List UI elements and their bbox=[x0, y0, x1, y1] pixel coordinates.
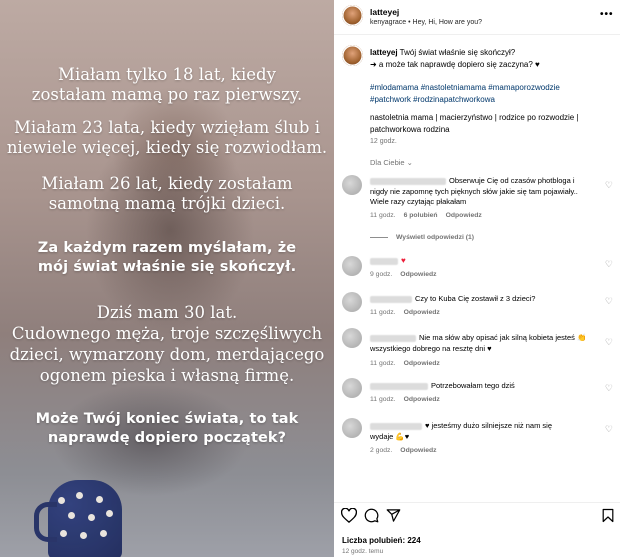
post-image[interactable]: Miałam tylko 18 lat, kiedy zostałam mamą… bbox=[0, 0, 334, 557]
overlay-line: naprawdę dopiero początek? bbox=[47, 430, 287, 446]
comment-username[interactable] bbox=[370, 382, 428, 390]
comment-icon[interactable] bbox=[364, 508, 379, 523]
post-action-bar bbox=[334, 508, 620, 530]
heart-emoji: ♥ bbox=[401, 256, 406, 265]
like-comment-heart-icon[interactable]: ♡ bbox=[605, 424, 613, 435]
reply-button[interactable]: Odpowiedz bbox=[404, 360, 440, 367]
overlay-line: niewiele więcej, kiedy się rozwiodłam. bbox=[6, 138, 328, 157]
comment-username[interactable] bbox=[370, 257, 398, 265]
reply-button[interactable]: Odpowiedz bbox=[400, 447, 436, 454]
comment-meta: 11 godz. Odpowiedz bbox=[370, 309, 440, 316]
divider bbox=[334, 502, 620, 503]
header-audio-line[interactable]: kenyagrace • Hey, Hi, How are you? bbox=[370, 19, 482, 26]
overlay-line: Miałam tylko 18 lat, kiedy bbox=[58, 65, 276, 84]
send-icon[interactable] bbox=[386, 508, 401, 523]
like-comment-heart-icon[interactable]: ♡ bbox=[605, 296, 613, 307]
header-username[interactable]: latteyej bbox=[370, 7, 399, 17]
avatar[interactable] bbox=[342, 256, 362, 276]
comment-meta: 9 godz. Odpowiedz bbox=[370, 271, 437, 278]
comment-text: ♥ jesteśmy dużo silniejsze niż nam się bbox=[370, 421, 602, 432]
hashtags-line[interactable]: #patchwork #rodzinapatchworkowa bbox=[370, 94, 616, 106]
avatar[interactable] bbox=[342, 175, 362, 195]
view-replies-button[interactable]: Wyświetl odpowiedzi (1) bbox=[370, 234, 474, 241]
comment-username[interactable] bbox=[370, 422, 422, 430]
comment-text: Potrzebowałam tego dziś bbox=[370, 381, 602, 392]
comment-meta: 11 godz. Odpowiedz bbox=[370, 360, 440, 367]
overlay-line: Dziś mam 30 lat. bbox=[96, 303, 238, 322]
reply-button[interactable]: Odpowiedz bbox=[446, 212, 482, 219]
comment-text: wszystkiego dobrego na resztę dni ♥ bbox=[370, 344, 492, 353]
bookmark-icon[interactable] bbox=[602, 508, 614, 523]
overlay-line: dzieci, wymarzony dom, merdającego bbox=[9, 345, 325, 364]
likes-count[interactable]: Liczba polubień: 224 bbox=[342, 536, 421, 545]
post-time: 12 godz. temu bbox=[342, 548, 384, 555]
comment-username[interactable] bbox=[370, 334, 416, 342]
reply-button[interactable]: Odpowiedz bbox=[400, 271, 436, 278]
comment-text: Nie ma słów aby opisać jak silną kobieta… bbox=[370, 333, 602, 344]
divider bbox=[334, 34, 620, 35]
like-comment-heart-icon[interactable]: ♡ bbox=[605, 337, 613, 348]
caption-line: latteyej Twój świat właśnie się skończył… bbox=[370, 47, 614, 59]
avatar[interactable] bbox=[342, 292, 362, 312]
caption-second-line: ➜ a może tak naprawdę dopiero się zaczyn… bbox=[370, 60, 540, 69]
caption-body-line: patchworkowa rodzina bbox=[370, 125, 450, 134]
post-side-panel: latteyej kenyagrace • Hey, Hi, How are y… bbox=[334, 0, 620, 557]
comment-likes[interactable]: 6 polubień bbox=[404, 212, 438, 219]
like-comment-heart-icon[interactable]: ♡ bbox=[605, 383, 613, 394]
comment-text: nigdy nie zapomnę tych pięknych słów jak… bbox=[370, 187, 578, 196]
comment-text: Czy to Kuba Cię zostawił z 3 dzieci? bbox=[370, 294, 602, 305]
overlay-line: Cudownego męża, troje szczęśliwych bbox=[11, 324, 323, 343]
comment-username[interactable] bbox=[370, 177, 446, 185]
post-header: latteyej kenyagrace • Hey, Hi, How are y… bbox=[334, 0, 620, 34]
caption-body-line: nastoletnia mama | macierzyństwo | rodzi… bbox=[370, 113, 579, 122]
avatar[interactable] bbox=[342, 328, 362, 348]
overlay-line: Za każdym razem myślałam, że bbox=[37, 240, 297, 256]
overlay-line: ogonem pieska i własną firmę. bbox=[39, 366, 295, 385]
avatar[interactable] bbox=[342, 378, 362, 398]
comment-meta: 11 godz. 6 polubień Odpowiedz bbox=[370, 212, 482, 219]
overlay-line: Miałam 23 lata, kiedy wzięłam ślub i bbox=[14, 118, 320, 137]
like-comment-heart-icon[interactable]: ♡ bbox=[605, 180, 613, 191]
avatar[interactable] bbox=[342, 418, 362, 438]
overlay-line: mój świat właśnie się skończył. bbox=[37, 259, 297, 275]
overlay-line: Może Twój koniec świata, to tak bbox=[35, 411, 299, 427]
reply-button[interactable]: Odpowiedz bbox=[404, 396, 440, 403]
overlay-line: Miałam 26 lat, kiedy zostałam bbox=[41, 174, 293, 193]
avatar[interactable] bbox=[342, 5, 363, 26]
comment-meta: 11 godz. Odpowiedz bbox=[370, 396, 440, 403]
comment-text: Obserwuje Cię od czasów photbloga i bbox=[370, 176, 602, 187]
mug-image bbox=[34, 480, 122, 557]
caption-first-line: Twój świat właśnie się skończył? bbox=[399, 48, 516, 57]
more-horizontal-icon[interactable]: ••• bbox=[600, 9, 614, 20]
comment-username[interactable] bbox=[370, 295, 412, 303]
caption-username[interactable]: latteyej bbox=[370, 48, 398, 57]
caption-avatar[interactable] bbox=[342, 45, 363, 66]
comment-meta: 2 godz. Odpowiedz bbox=[370, 447, 437, 454]
reply-button[interactable]: Odpowiedz bbox=[404, 309, 440, 316]
caption-time: 12 godz. bbox=[370, 138, 397, 145]
comment-sort-dropdown[interactable]: Dla Ciebie ⌄ bbox=[370, 158, 413, 167]
overlay-line: samotną mamą trójki dzieci. bbox=[48, 194, 286, 213]
like-comment-heart-icon[interactable]: ♡ bbox=[605, 259, 613, 270]
hashtags-line[interactable]: #mlodamama #nastoletniamama #mamaporozwo… bbox=[370, 82, 616, 94]
comment-text: Wiele razy czytając płakałam bbox=[370, 197, 467, 206]
comment-text: ♥ bbox=[370, 256, 602, 267]
overlay-line: zostałam mamą po raz pierwszy. bbox=[31, 85, 303, 104]
comment-text: wydaje 💪♥ bbox=[370, 432, 410, 441]
heart-icon[interactable] bbox=[341, 508, 357, 523]
